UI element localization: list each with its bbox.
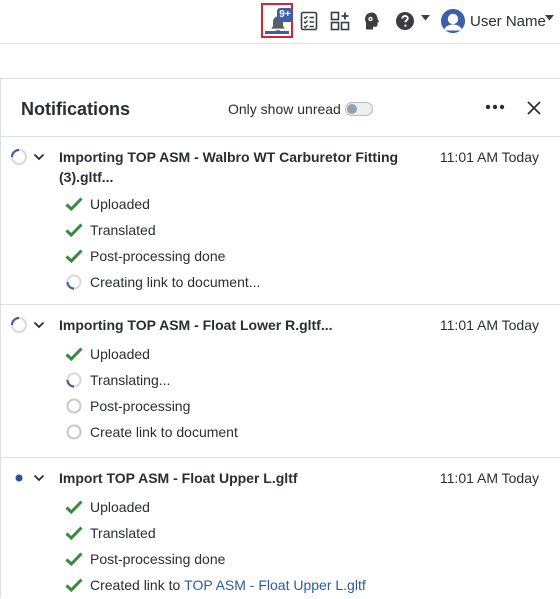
notification-time: 11:01 AM Today — [439, 149, 539, 165]
chevron-down-icon[interactable] — [33, 320, 45, 330]
step-item: Translated — [65, 220, 156, 240]
notification-item[interactable]: Importing TOP ASM - Float Lower R.gltf..… — [1, 305, 560, 458]
tasks-button[interactable] — [296, 8, 322, 34]
checkmark-icon — [65, 249, 83, 264]
spinner-icon — [66, 274, 82, 290]
spinner-icon — [10, 316, 27, 333]
step-item: Post-processing done — [65, 549, 225, 569]
chevron-down-icon[interactable] — [421, 15, 430, 21]
top-bar: 9+ User Name — [0, 0, 560, 44]
notification-item[interactable]: Import TOP ASM - Float Upper L.gltf 11:0… — [1, 458, 560, 599]
checkmark-icon — [65, 578, 83, 593]
step-label: Uploaded — [90, 196, 150, 212]
notification-time: 11:01 AM Today — [439, 470, 539, 486]
step-label: Translating... — [90, 372, 171, 388]
step-item: Uploaded — [65, 344, 150, 364]
apps-icon — [330, 11, 350, 31]
unread-dot-icon — [15, 474, 23, 482]
step-label: Post-processing done — [90, 248, 226, 264]
chevron-down-icon[interactable] — [545, 15, 554, 21]
spinner-icon — [10, 148, 27, 165]
notification-title: Importing TOP ASM - Walbro WT Carburetor… — [59, 149, 399, 185]
only-show-unread-label: Only show unread — [228, 101, 341, 117]
pending-circle-icon — [66, 398, 82, 414]
step-item: Post-processing done — [65, 246, 225, 266]
step-item: Created link to TOP ASM - Float Upper L.… — [65, 575, 366, 595]
pending-circle-icon — [66, 424, 82, 440]
step-item: Creating link to document... — [65, 272, 260, 292]
user-icon — [441, 9, 465, 33]
step-label: Creating link to document... — [90, 274, 261, 290]
toggle-knob — [347, 104, 357, 114]
active-indicator — [265, 31, 289, 34]
panel-title: Notifications — [21, 99, 131, 119]
learning-icon — [365, 12, 380, 30]
step-item: Create link to document — [65, 422, 238, 442]
notification-title: Importing TOP ASM - Float Lower R.gltf..… — [59, 317, 333, 333]
step-item: Post-processing — [65, 396, 190, 416]
document-link[interactable]: TOP ASM - Float Upper L.gltf — [184, 577, 366, 593]
only-show-unread-toggle[interactable] — [345, 102, 373, 116]
close-icon — [527, 101, 541, 115]
notification-item[interactable]: Importing TOP ASM - Walbro WT Carburetor… — [1, 137, 560, 305]
learning-center-button[interactable] — [359, 8, 385, 34]
step-label: Translated — [90, 525, 156, 541]
close-panel-button[interactable] — [523, 97, 545, 119]
step-label: Uploaded — [90, 346, 150, 362]
checkmark-icon — [65, 552, 83, 567]
avatar[interactable] — [441, 9, 465, 33]
notification-time: 11:01 AM Today — [439, 317, 539, 333]
help-icon — [396, 12, 414, 30]
step-label: Post-processing done — [90, 551, 226, 567]
checkmark-icon — [65, 347, 83, 362]
user-name[interactable]: User Name — [470, 13, 546, 30]
notification-count-badge: 9+ — [277, 8, 293, 22]
checkmark-icon — [65, 526, 83, 541]
checkmark-icon — [65, 197, 83, 212]
step-label: Post-processing — [90, 398, 191, 414]
step-item: Translating... — [65, 370, 170, 390]
checkmark-icon — [65, 223, 83, 238]
help-button[interactable] — [392, 8, 418, 34]
notifications-button[interactable]: 9+ — [261, 3, 293, 38]
chevron-down-icon[interactable] — [33, 152, 45, 162]
tasks-icon — [300, 11, 318, 31]
more-horizontal-icon — [485, 104, 505, 110]
checkmark-icon — [65, 500, 83, 515]
step-label: Translated — [90, 222, 156, 238]
step-item: Translated — [65, 523, 156, 543]
panel-header: Notifications Only show unread — [1, 79, 560, 137]
step-item: Uploaded — [65, 497, 150, 517]
notification-title: Import TOP ASM - Float Upper L.gltf — [59, 470, 298, 486]
step-label: Uploaded — [90, 499, 150, 515]
spinner-icon — [66, 372, 82, 388]
app-store-button[interactable] — [327, 8, 353, 34]
chevron-down-icon[interactable] — [33, 473, 45, 483]
step-item: Uploaded — [65, 194, 150, 214]
step-label: Created link to — [90, 577, 185, 593]
step-label: Create link to document — [90, 424, 238, 440]
notifications-panel: Notifications Only show unread Importing… — [0, 78, 560, 598]
more-options-button[interactable] — [483, 97, 507, 117]
